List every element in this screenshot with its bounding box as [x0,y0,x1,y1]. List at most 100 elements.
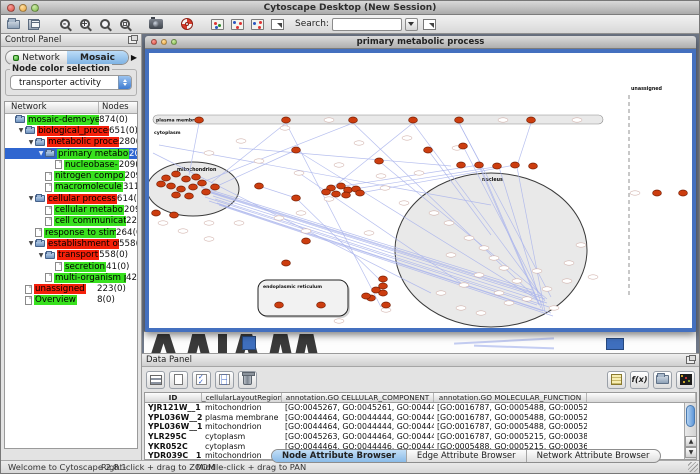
disclosure-triangle-icon[interactable]: ▼ [27,195,35,202]
network-node[interactable] [332,191,341,197]
region-nucleus[interactable] [395,173,587,327]
zoom-out-button[interactable]: - [56,17,73,32]
zoom-fit-button[interactable] [116,17,133,32]
disclosure-triangle-icon[interactable]: ▼ [37,150,45,157]
float-panel-icon[interactable] [128,36,137,44]
save-session-button[interactable] [25,17,42,32]
network-node[interactable] [457,162,466,168]
network-node[interactable] [424,147,433,153]
network-node[interactable] [282,117,291,123]
annotation-button[interactable] [269,17,286,32]
network-node[interactable] [302,238,311,244]
scroll-up-icon[interactable]: ▲ [685,436,697,447]
network-node[interactable] [292,195,301,201]
network-node[interactable] [653,190,662,196]
tab-network[interactable]: Network [6,51,67,64]
network-canvas[interactable]: plasma membranecytoplasmmitochondrionnuc… [149,53,692,328]
zoom-in-button[interactable]: + [76,17,93,32]
network-node[interactable] [322,189,331,195]
network-node[interactable] [409,117,418,123]
layout-button-2[interactable] [249,17,266,32]
network-node[interactable] [170,212,179,218]
network-node[interactable] [379,276,388,282]
table-row[interactable]: YLR295Ccytoplasm[GO:0045263, GO:0044464,… [145,432,696,442]
tab-scroll-right-icon[interactable]: ▶ [129,53,139,62]
network-node[interactable] [455,117,464,123]
table-scrollbar[interactable]: ▲ ▼ [684,403,696,459]
help-button[interactable] [178,17,195,32]
scroll-down-icon[interactable]: ▼ [685,447,697,458]
network-node[interactable] [475,162,484,168]
tree-row[interactable]: unassigned223(0) [5,283,137,294]
function-builder-button[interactable]: f(x) [630,371,649,389]
network-node[interactable] [177,186,186,192]
network-node[interactable] [679,190,688,196]
import-network-button[interactable] [421,17,438,32]
network-node[interactable] [182,176,191,182]
new-attribute-button[interactable] [169,371,188,389]
tree-row[interactable]: nitrogen compo209(0) [5,170,137,181]
tree-row[interactable]: macromolecule311(0) [5,182,137,193]
network-node[interactable] [362,293,371,299]
zoom-selected-button[interactable] [96,17,113,32]
network-node[interactable] [275,302,284,308]
network-node[interactable] [157,181,166,187]
notes-button[interactable] [607,371,626,389]
network-node[interactable] [292,147,301,153]
network-node[interactable] [211,184,220,190]
network-node[interactable] [317,302,326,308]
network-node[interactable] [459,143,468,149]
network-edge[interactable] [517,123,531,166]
network-node[interactable] [255,183,264,189]
tab-edge-attribute-browser[interactable]: Edge Attribute Browser [407,450,527,462]
table-row[interactable]: YPL036W__1mitochondrion[GO:0044464, GO:0… [145,422,696,432]
tree-row[interactable]: ▼biological_process651(0) [5,125,137,136]
network-node[interactable] [493,163,502,169]
network-node[interactable] [202,189,211,195]
snapshot-button[interactable] [147,17,164,32]
open-session-button[interactable] [5,17,22,32]
matrix-view-button[interactable] [676,371,695,389]
network-node[interactable] [198,180,207,186]
tree-row[interactable]: mosaic-demo-yeast874(0) [5,114,137,125]
tree-row[interactable]: cell communicat22(0) [5,216,137,227]
table-column-header[interactable]: _cellularLayoutRegion [202,393,282,402]
vizmapper-button[interactable] [209,17,226,32]
tab-mosaic[interactable]: Mosaic [67,51,128,64]
table-row[interactable]: YPL036W__2plasma membrane[GO:0044464, GO… [145,413,696,423]
network-edge[interactable] [259,186,296,198]
select-attributes-button[interactable]: ✓✓ [192,371,211,389]
attribute-grid-button[interactable] [146,371,165,389]
disclosure-triangle-icon[interactable]: ▼ [17,127,25,134]
network-node[interactable] [185,193,194,199]
network-node[interactable] [382,302,391,308]
network-node[interactable] [162,175,171,181]
disclosure-triangle-icon[interactable]: ▼ [27,139,35,146]
table-column-header[interactable]: ID [145,393,202,402]
scrollbar-thumb[interactable] [686,405,695,427]
float-data-panel-icon[interactable] [686,356,695,364]
table-column-header[interactable]: annotation.GO MOLECULAR_FUNCTION [434,393,587,402]
layout-button-1[interactable] [229,17,246,32]
unselect-attributes-button[interactable]: □□ [215,371,234,389]
tree-row[interactable]: cellular metabo209(0) [5,204,137,215]
search-input[interactable] [332,18,402,31]
network-node[interactable] [189,184,198,190]
tab-network-attribute-browser[interactable]: Network Attribute Browser [527,450,660,462]
resize-grip[interactable] [688,462,698,472]
minimize-button[interactable] [19,4,27,12]
network-node[interactable] [349,117,358,123]
network-node[interactable] [167,183,176,189]
tree-row[interactable]: ▼cellular process614(0) [5,193,137,204]
network-node[interactable] [152,210,161,216]
table-column-header[interactable]: annotation.GO CELLULAR_COMPONENT [282,393,434,402]
network-edge[interactable] [239,148,451,166]
network-node[interactable] [172,171,181,177]
tree-row[interactable]: ▼metabolic process280(0) [5,137,137,148]
network-node[interactable] [192,174,201,180]
disclosure-triangle-icon[interactable]: ▼ [27,240,35,247]
network-node[interactable] [529,163,538,169]
network-node[interactable] [372,287,381,293]
tree-row[interactable]: response to stimulu264(0) [5,227,137,238]
zoom-window-button[interactable] [31,4,39,12]
